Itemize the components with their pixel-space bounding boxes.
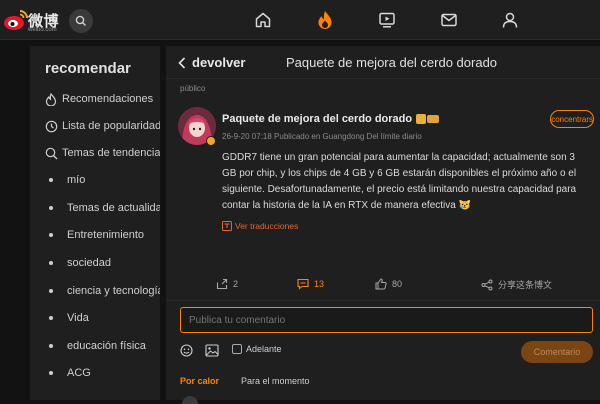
video-icon: [379, 12, 395, 28]
image-icon: [205, 344, 219, 357]
bullet-dot: [49, 178, 53, 182]
search-icon: [44, 146, 58, 160]
bullet-dot: [49, 206, 53, 210]
sidebar-item-temas-de-actualidad[interactable]: Temas de actualidad: [44, 198, 160, 218]
mail-icon: [441, 13, 457, 27]
sidebar-item-label: Lista de popularidad: [62, 120, 160, 132]
share-button[interactable]: 分享这条博文: [481, 278, 552, 291]
visibility-label: público: [180, 84, 206, 93]
sidebar-item-label: Recomendaciones: [62, 93, 154, 105]
sidebar-item-label: Temas de tendencia: [62, 147, 160, 159]
emoji-icon: [180, 344, 193, 357]
repost-icon: [216, 278, 228, 290]
bullet-dot: [49, 261, 53, 265]
post-meta: 26-9-20 07:18 Publicado en Guangdong Del…: [222, 132, 422, 141]
sidebar-item-label: Entretenimiento: [67, 229, 145, 241]
next-comment-avatar: [182, 396, 198, 404]
back-label: devolver: [192, 55, 246, 70]
sidebar-item-label: mío: [67, 174, 86, 186]
brand-domain: weibo.com: [28, 27, 57, 33]
sidebar-item-label: Vida: [67, 312, 89, 324]
repost-count: 2: [233, 279, 239, 289]
nav-profile-button[interactable]: [498, 8, 522, 32]
sidebar-item-acg[interactable]: ACG: [44, 363, 160, 383]
image-button[interactable]: [205, 344, 219, 357]
sidebar-item-ciencia-y-tecnologia[interactable]: ciencia y tecnología: [44, 281, 160, 301]
post-body: GDDR7 tiene un gran potencial para aumen…: [222, 152, 577, 211]
forward-checkbox[interactable]: Adelante: [232, 344, 282, 354]
repost-button[interactable]: 2: [216, 278, 238, 290]
level-badge-icon: [427, 115, 440, 123]
emoji-button[interactable]: [180, 344, 193, 357]
post-detail-panel: devolver Paquete de mejora del cerdo dor…: [166, 46, 600, 404]
comment-count: 13: [314, 279, 325, 289]
profile-icon: [502, 12, 518, 28]
top-navigation-bar: 微博 weibo.com: [0, 0, 600, 40]
nav-video-button[interactable]: [375, 8, 399, 32]
page-title: Paquete de mejora del cerdo dorado: [286, 55, 498, 70]
sidebar-item-lista-de-popularidad[interactable]: Lista de popularidad: [44, 116, 160, 136]
sidebar: recomendar Recomendaciones Lista de popu…: [30, 46, 160, 400]
back-button[interactable]: devolver: [178, 55, 245, 70]
search-button[interactable]: [69, 9, 93, 33]
post-author[interactable]: Paquete de mejora del cerdo dorado: [222, 113, 440, 125]
author-name: Paquete de mejora del cerdo dorado: [222, 113, 413, 125]
nav-hot-button[interactable]: [313, 8, 337, 32]
share-icon: [481, 279, 493, 290]
home-icon: [255, 12, 271, 28]
hot-flame-icon: [318, 11, 332, 30]
bullet-dot: [49, 316, 53, 320]
sidebar-item-label: ciencia y tecnología: [67, 285, 160, 297]
sidebar-item-sociedad[interactable]: sociedad: [44, 253, 160, 273]
sidebar-item-vida[interactable]: Vida: [44, 308, 160, 328]
bullet-dot: [49, 289, 53, 293]
flame-outline-icon: [44, 92, 58, 106]
nav-messages-button[interactable]: [437, 8, 461, 32]
clock-icon: [44, 119, 58, 133]
thumbs-up-icon: [375, 278, 387, 290]
comment-button[interactable]: 13: [297, 278, 324, 290]
bullet-dot: [49, 344, 53, 348]
see-translation-link[interactable]: Ver traducciones: [222, 221, 298, 231]
like-button[interactable]: 80: [375, 278, 402, 290]
sidebar-item-educacion-fisica[interactable]: educación física: [44, 336, 160, 356]
share-label: 分享这条博文: [498, 280, 553, 290]
sidebar-item-label: ACG: [67, 367, 91, 379]
sidebar-item-label: Temas de actualidad: [67, 202, 160, 214]
sidebar-item-recomendaciones[interactable]: Recomendaciones: [44, 89, 160, 109]
sidebar-item-label: educación física: [67, 340, 146, 352]
translate-icon: [222, 221, 232, 231]
nav-home-button[interactable]: [251, 8, 275, 32]
weibo-eye-icon: [4, 10, 28, 30]
weibo-logo[interactable]: 微博 weibo.com: [0, 6, 62, 36]
translate-label: Ver traducciones: [235, 221, 299, 231]
sidebar-item-temas-de-tendencia[interactable]: Temas de tendencia: [44, 143, 160, 163]
search-icon: [75, 15, 86, 26]
forward-label: Adelante: [246, 344, 282, 354]
checkbox[interactable]: [232, 344, 242, 354]
post-actions: 2 13 80 分享这条博文: [166, 274, 600, 298]
sidebar-title: recomendar: [45, 60, 131, 77]
comment-input[interactable]: [180, 307, 593, 333]
chevron-left-icon: [178, 56, 186, 69]
submit-comment-button[interactable]: Comentario: [521, 341, 593, 363]
bullet-dot: [49, 233, 53, 237]
sidebar-item-entretenimiento[interactable]: Entretenimiento: [44, 225, 160, 245]
sidebar-item-label: sociedad: [67, 257, 112, 269]
tab-para-el-momento[interactable]: Para el momento: [241, 376, 310, 386]
verified-badge-icon: [206, 136, 216, 146]
membership-badge-icon: [416, 114, 427, 124]
sidebar-item-mio[interactable]: mío: [44, 170, 160, 190]
bullet-dot: [49, 371, 53, 375]
follow-button[interactable]: +concentrarse: [550, 110, 594, 128]
divider: [166, 78, 600, 79]
like-count: 80: [392, 279, 403, 289]
comment-icon: [297, 278, 309, 290]
divider: [166, 300, 600, 301]
tab-por-calor[interactable]: Por calor: [180, 376, 219, 386]
